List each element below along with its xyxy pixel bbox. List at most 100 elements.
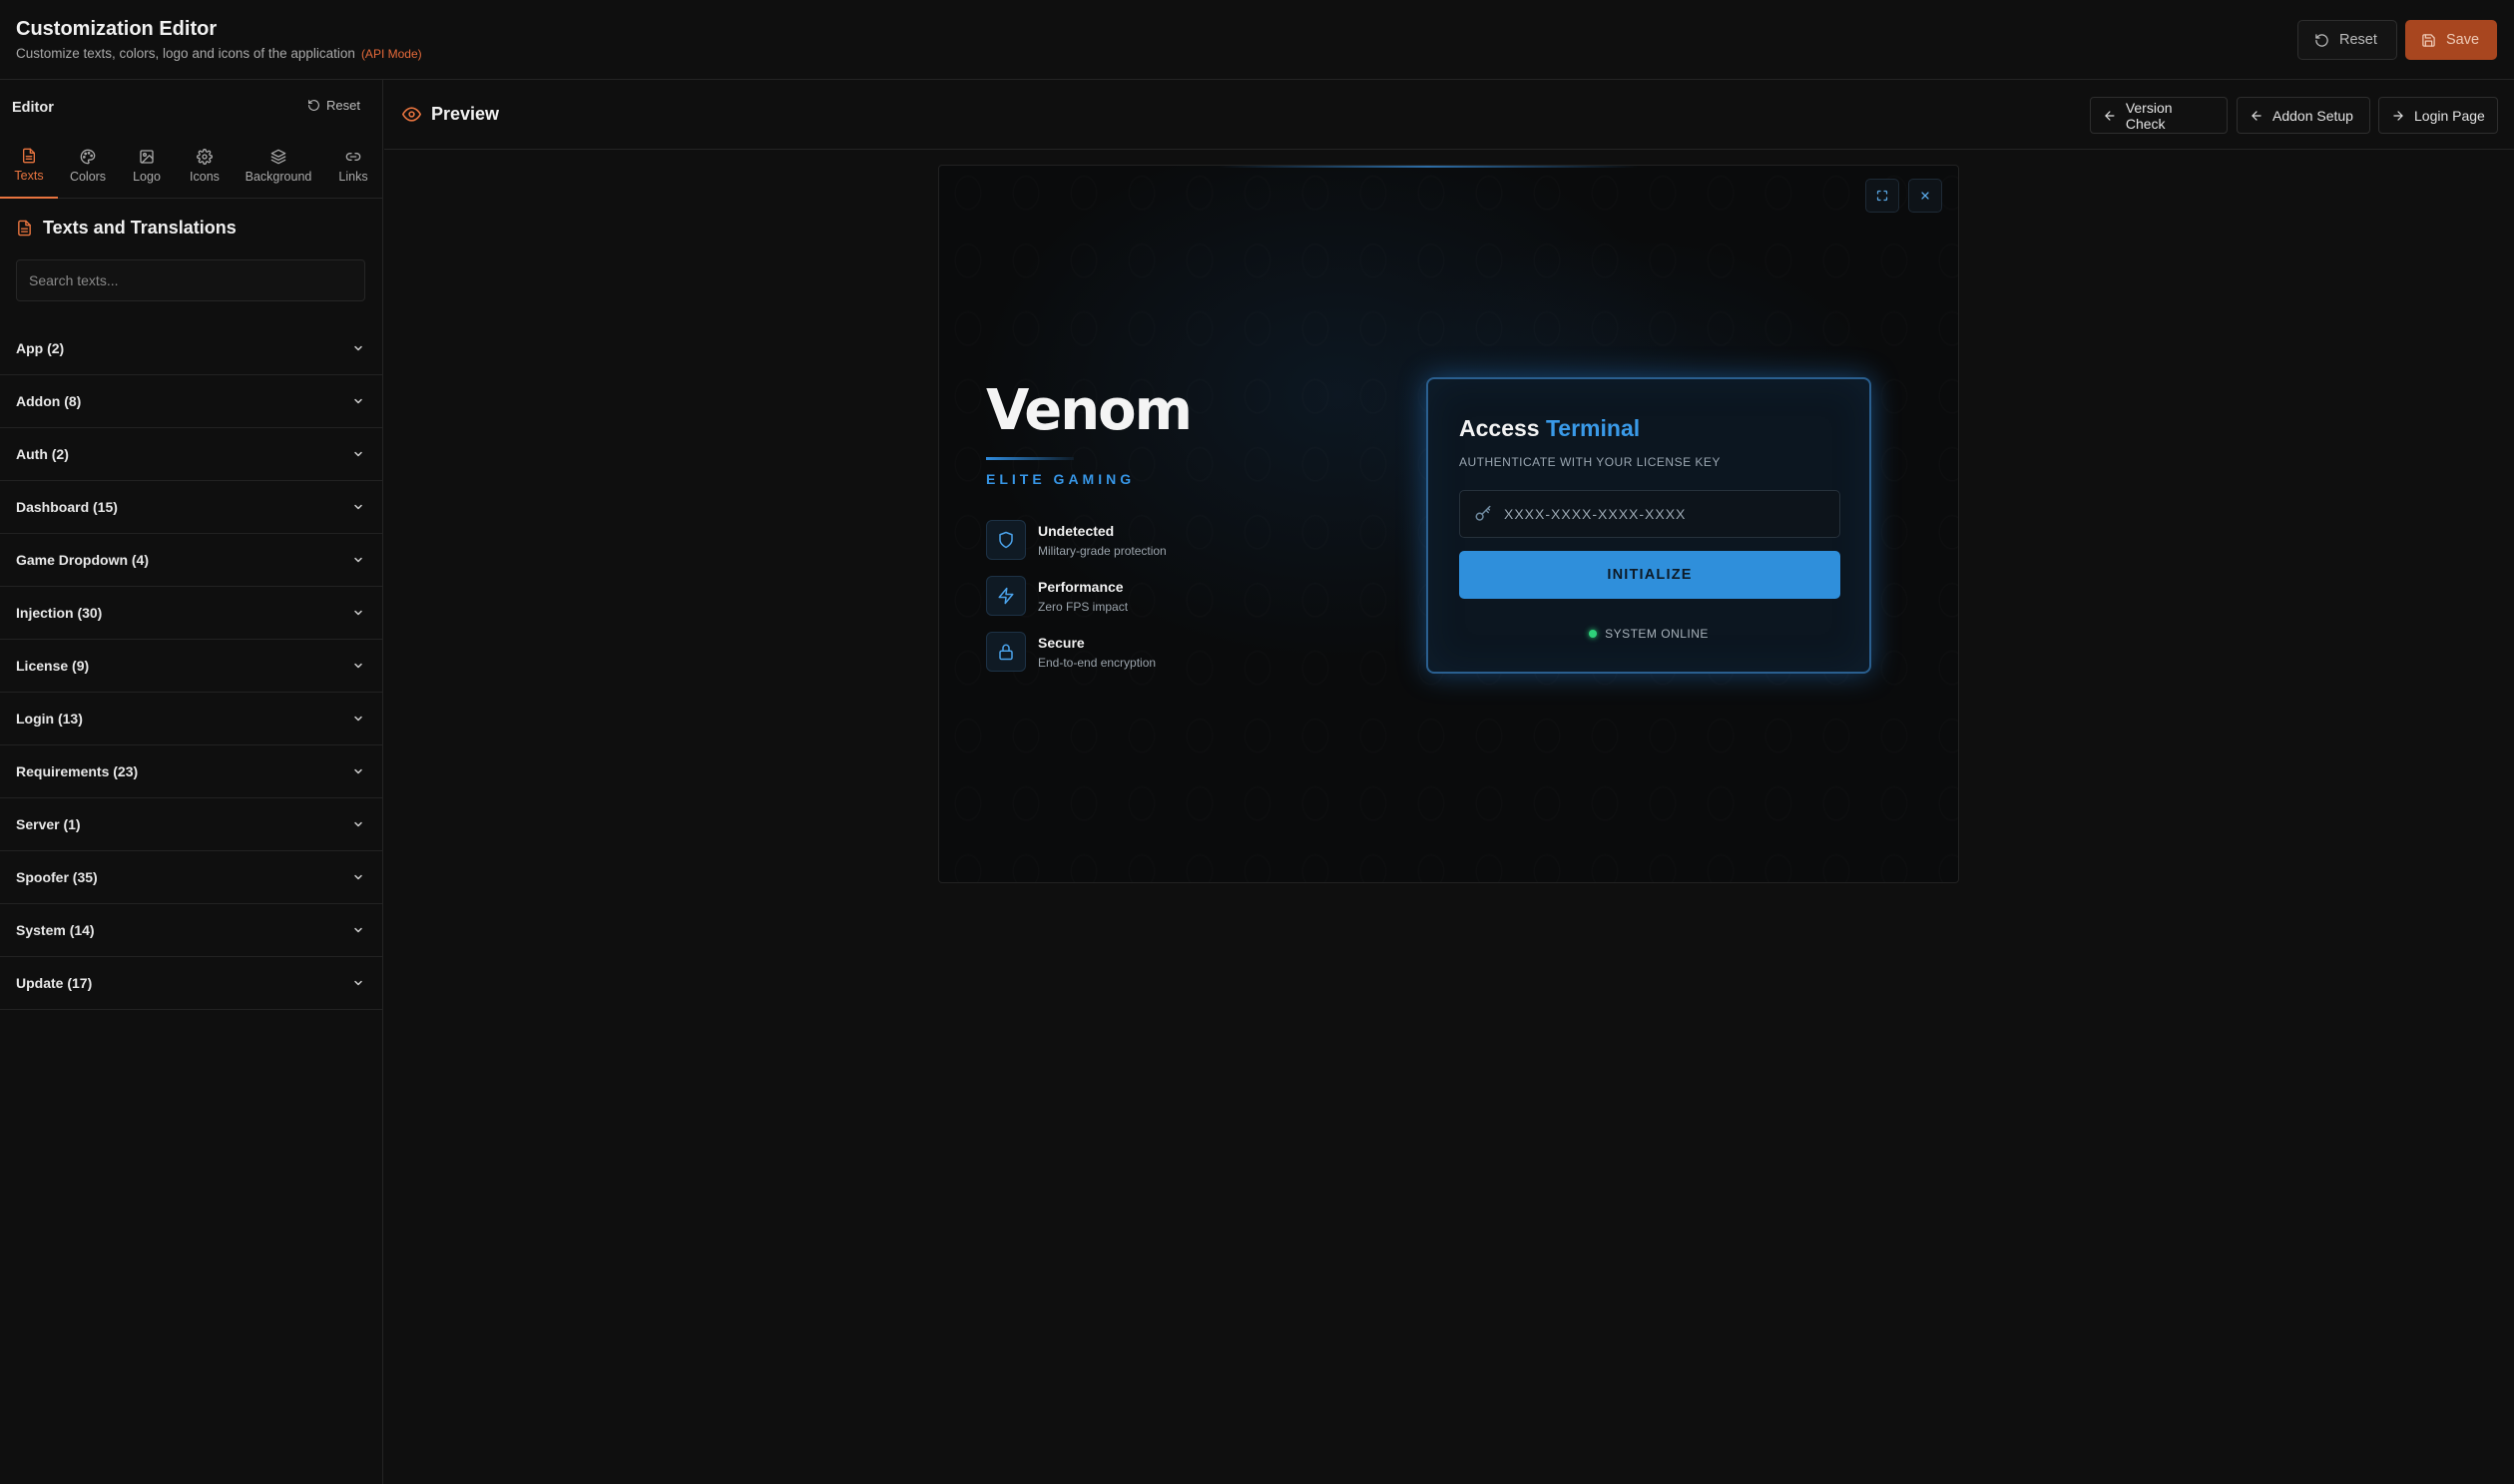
tab-links[interactable]: Links xyxy=(327,133,379,199)
section-title: Texts and Translations xyxy=(16,218,237,239)
license-key-input[interactable] xyxy=(1504,506,1823,522)
addon-setup-label: Addon Setup xyxy=(2272,107,2353,124)
category-label: Requirements (23) xyxy=(16,763,139,779)
category-dashboard[interactable]: Dashboard (15) xyxy=(0,481,382,534)
section-title-text: Texts and Translations xyxy=(43,218,237,238)
key-icon xyxy=(1475,505,1491,521)
chevron-down-icon xyxy=(354,980,362,986)
arrow-left-icon xyxy=(2105,110,2115,121)
login-page-button[interactable]: Login Page xyxy=(2378,97,2498,134)
sidebar-title: Editor xyxy=(12,100,54,116)
category-label: Game Dropdown (4) xyxy=(16,552,150,568)
preview-top-glow xyxy=(1219,166,1638,168)
category-injection[interactable]: Injection (30) xyxy=(0,587,382,640)
category-game-dropdown[interactable]: Game Dropdown (4) xyxy=(0,534,382,587)
category-addon[interactable]: Addon (8) xyxy=(0,375,382,428)
feature-icon-box xyxy=(986,520,1026,560)
document-icon xyxy=(18,220,31,237)
category-label: App (2) xyxy=(16,340,65,356)
document-icon xyxy=(23,148,35,163)
tab-logo[interactable]: Logo xyxy=(122,133,172,199)
status-dot-icon xyxy=(1589,630,1598,638)
sidebar-header: Editor Reset xyxy=(0,80,382,133)
preview-toolbar: Preview Version Check Addon Setup Login … xyxy=(384,80,2514,150)
reset-button-label: Reset xyxy=(2339,32,2377,48)
category-label: System (14) xyxy=(16,922,95,938)
close-button[interactable] xyxy=(1908,179,1942,213)
maximize-icon xyxy=(1876,190,1888,202)
arrow-left-icon xyxy=(2252,110,2262,121)
chevron-down-icon xyxy=(354,927,362,933)
version-check-button[interactable]: Version Check xyxy=(2090,97,2228,134)
sidebar-reset-button[interactable]: Reset xyxy=(307,98,360,113)
editor-sidebar: Editor Reset Texts Colors Logo Icons Bac… xyxy=(0,80,383,1484)
chevron-down-icon xyxy=(354,768,362,774)
version-check-label: Version Check xyxy=(2125,99,2173,132)
category-label: Injection (30) xyxy=(16,605,103,621)
close-icon xyxy=(1921,192,1929,200)
category-system[interactable]: System (14) xyxy=(0,904,382,957)
category-label: Server (1) xyxy=(16,816,81,832)
tab-texts[interactable]: Texts xyxy=(0,133,58,199)
category-license[interactable]: License (9) xyxy=(0,640,382,693)
category-login[interactable]: Login (13) xyxy=(0,693,382,745)
chevron-down-icon xyxy=(354,874,362,880)
save-button[interactable]: Save xyxy=(2405,20,2497,60)
page-title: Customization Editor xyxy=(16,18,218,40)
feature-title: Secure xyxy=(1038,635,1085,651)
editor-tabs: Texts Colors Logo Icons Background Links xyxy=(0,133,382,199)
maximize-button[interactable] xyxy=(1865,179,1899,213)
feature-desc: End-to-end encryption xyxy=(1038,656,1157,670)
feature-item: Performance Zero FPS impact xyxy=(986,576,1285,622)
status-text: SYSTEM ONLINE xyxy=(1605,627,1709,641)
page-subtitle: Customize texts, colors, logo and icons … xyxy=(16,46,422,61)
brand-logo-text: Venom xyxy=(986,378,1193,443)
top-header: Customization Editor Customize texts, co… xyxy=(0,0,2514,80)
tab-label: Icons xyxy=(190,169,220,184)
preview-title-text: Preview xyxy=(431,104,500,124)
card-title: Access Terminal xyxy=(1459,415,1640,442)
addon-setup-button[interactable]: Addon Setup xyxy=(2237,97,2370,134)
category-requirements[interactable]: Requirements (23) xyxy=(0,745,382,798)
category-label: Addon (8) xyxy=(16,393,82,409)
image-icon xyxy=(140,149,154,164)
category-label: Auth (2) xyxy=(16,446,69,462)
license-key-field[interactable] xyxy=(1459,490,1840,538)
search-input[interactable] xyxy=(16,259,365,301)
bolt-icon xyxy=(998,587,1014,605)
chevron-down-icon xyxy=(354,663,362,669)
category-label: Update (17) xyxy=(16,975,93,991)
brand-subtitle: ELITE GAMING xyxy=(986,471,1136,487)
category-label: Login (13) xyxy=(16,711,83,727)
feature-icon-box xyxy=(986,576,1026,616)
reset-button[interactable]: Reset xyxy=(2297,20,2397,60)
tab-colors[interactable]: Colors xyxy=(62,133,114,199)
palette-icon xyxy=(80,149,96,164)
category-app[interactable]: App (2) xyxy=(0,322,382,375)
category-auth[interactable]: Auth (2) xyxy=(0,428,382,481)
save-button-label: Save xyxy=(2446,32,2480,48)
card-subtitle: AUTHENTICATE WITH YOUR LICENSE KEY xyxy=(1459,455,1721,469)
chevron-down-icon xyxy=(354,821,362,827)
shield-icon xyxy=(999,531,1013,549)
feature-title: Performance xyxy=(1038,579,1124,595)
category-label: Spoofer (35) xyxy=(16,869,98,885)
preview-window: Venom ELITE GAMING Undetected Military-g… xyxy=(938,165,1959,883)
category-spoofer[interactable]: Spoofer (35) xyxy=(0,851,382,904)
feature-desc: Military-grade protection xyxy=(1038,544,1167,558)
category-update[interactable]: Update (17) xyxy=(0,957,382,1010)
chevron-down-icon xyxy=(354,610,362,616)
category-label: License (9) xyxy=(16,658,90,674)
tab-label: Colors xyxy=(69,169,107,184)
tab-icons[interactable]: Icons xyxy=(180,133,230,199)
feature-item: Secure End-to-end encryption xyxy=(986,632,1285,678)
tab-label: Links xyxy=(338,169,368,184)
eye-icon xyxy=(402,107,421,122)
category-server[interactable]: Server (1) xyxy=(0,798,382,851)
chevron-down-icon xyxy=(354,716,362,722)
initialize-button[interactable]: INITIALIZE xyxy=(1459,551,1840,599)
tab-background[interactable]: Background xyxy=(240,133,317,199)
feature-title: Undetected xyxy=(1038,523,1115,539)
gear-icon xyxy=(197,148,213,165)
page-subtitle-text: Customize texts, colors, logo and icons … xyxy=(16,46,355,61)
